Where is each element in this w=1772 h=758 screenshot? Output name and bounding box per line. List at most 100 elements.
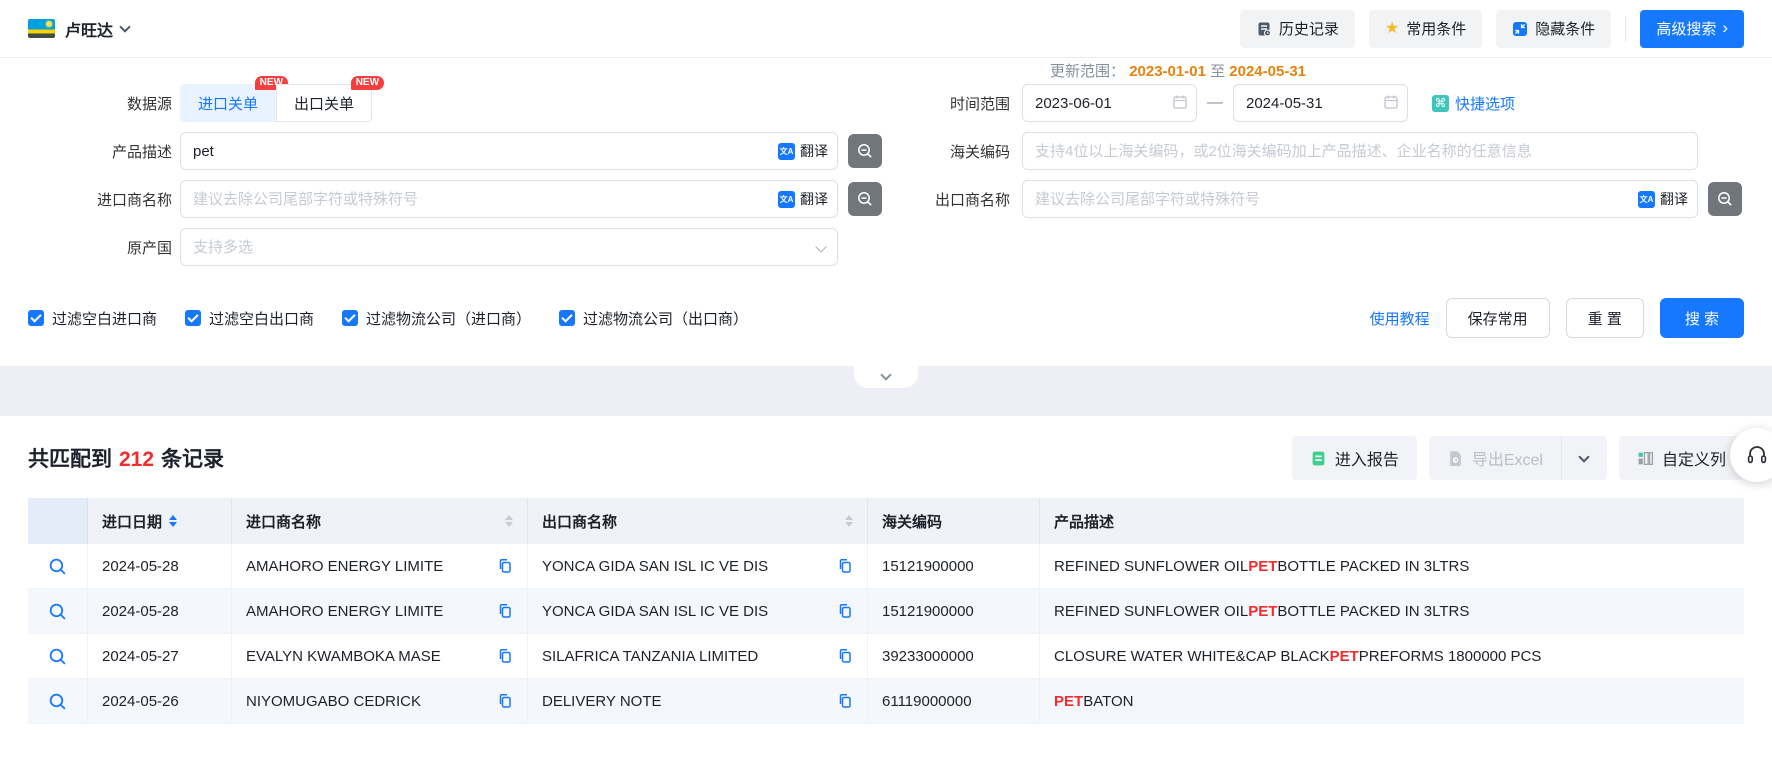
hide-conditions-button[interactable]: 隐藏条件: [1496, 10, 1611, 48]
copy-icon[interactable]: [837, 603, 853, 619]
view-detail-icon[interactable]: [48, 557, 67, 576]
hs-code-input[interactable]: [1022, 132, 1698, 170]
columns-icon: [1637, 450, 1654, 467]
copy-icon[interactable]: [497, 558, 513, 574]
translate-button[interactable]: 文A 翻译: [778, 132, 828, 170]
date-from-wrap: [1022, 84, 1197, 122]
tab-export-declarations[interactable]: 出口关单 NEW: [276, 84, 372, 122]
translate-button[interactable]: 文A 翻译: [1638, 180, 1688, 218]
exclude-search-button[interactable]: [848, 182, 882, 216]
view-detail-icon[interactable]: [48, 692, 67, 711]
copy-icon[interactable]: [837, 648, 853, 664]
importer-cell: NIYOMUGABO CEDRICK: [232, 679, 528, 724]
desc-text: PREFORMS 1800000 PCS: [1359, 648, 1542, 665]
copy-icon[interactable]: [837, 558, 853, 574]
reset-button[interactable]: 重 置: [1566, 298, 1644, 338]
exporter-name: SILAFRICA TANZANIA LIMITED: [542, 648, 758, 665]
importer-name: NIYOMUGABO CEDRICK: [246, 693, 421, 710]
export-icon: [1447, 450, 1464, 467]
exporter-name: YONCA GIDA SAN ISL IC VE DIS: [542, 603, 768, 620]
importer-input[interactable]: [180, 180, 838, 218]
view-detail-icon[interactable]: [48, 602, 67, 621]
history-icon: [1256, 21, 1272, 37]
checkbox-filter-logistics-exporter[interactable]: 过滤物流公司（出口商）: [559, 308, 748, 329]
tutorial-link[interactable]: 使用教程: [1370, 308, 1430, 329]
copy-icon[interactable]: [837, 693, 853, 709]
date-to-input[interactable]: [1233, 84, 1408, 122]
copy-icon[interactable]: [497, 603, 513, 619]
copy-icon[interactable]: [497, 648, 513, 664]
quick-options-link[interactable]: ⌘ 快捷选项: [1432, 93, 1515, 114]
origin-select-wrap: [180, 228, 838, 266]
collapse-form-tab[interactable]: [854, 366, 918, 388]
summary-prefix: 共匹配到: [28, 448, 112, 471]
exporter-cell: YONCA GIDA SAN ISL IC VE DIS: [528, 544, 868, 589]
origin-select[interactable]: [180, 228, 838, 266]
results-summary: 共匹配到212条记录: [28, 443, 224, 473]
desc-text: BOTTLE PACKED IN 3LTRS: [1277, 603, 1469, 620]
sort-icon[interactable]: [505, 515, 513, 527]
chevron-down-icon[interactable]: [119, 21, 130, 32]
importer-label: 进口商名称: [28, 189, 172, 210]
update-range-to: 2024-05-31: [1229, 63, 1306, 80]
export-group: 导出Excel: [1429, 436, 1607, 480]
checkbox-filter-blank-exporter[interactable]: 过滤空白出口商: [185, 308, 314, 329]
desc-highlight: PET: [1248, 558, 1277, 575]
checkbox-checked-icon: [559, 310, 575, 326]
header-exporter[interactable]: 出口商名称: [528, 498, 868, 544]
exporter-name: YONCA GIDA SAN ISL IC VE DIS: [542, 558, 768, 575]
chevron-down-icon: [880, 369, 891, 380]
header-label: 出口商名称: [542, 511, 617, 532]
checkbox-filter-blank-importer[interactable]: 过滤空白进口商: [28, 308, 157, 329]
translate-label: 翻译: [800, 141, 828, 161]
translate-label: 翻译: [1660, 189, 1688, 209]
update-range-to-word: 至: [1210, 63, 1225, 80]
origin-label: 原产国: [28, 237, 172, 258]
header-import-date[interactable]: 进口日期: [88, 498, 232, 544]
customize-columns-button[interactable]: 自定义列: [1619, 436, 1744, 480]
detail-cell: [28, 634, 88, 679]
enter-report-button[interactable]: 进入报告: [1292, 436, 1417, 480]
history-button[interactable]: 历史记录: [1240, 10, 1355, 48]
collapse-icon: [1512, 21, 1528, 37]
copy-icon[interactable]: [497, 693, 513, 709]
results-count: 212: [119, 448, 154, 471]
favorites-button[interactable]: ★ 常用条件: [1369, 10, 1482, 48]
product-desc-input[interactable]: [180, 132, 838, 170]
form-actions: 使用教程 保存常用 重 置 搜 索: [1370, 298, 1744, 338]
exporter-wrap: 文A 翻译: [1022, 180, 1698, 218]
checkbox-filter-logistics-importer[interactable]: 过滤物流公司（进口商）: [342, 308, 531, 329]
exclude-search-button[interactable]: [848, 134, 882, 168]
tab-import-declarations[interactable]: 进口关单 NEW: [180, 84, 276, 122]
update-range-from: 2023-01-01: [1129, 63, 1206, 80]
sort-icon[interactable]: [845, 515, 853, 527]
view-detail-icon[interactable]: [48, 647, 67, 666]
exclude-search-icon: [1716, 190, 1734, 208]
hs-code-label: 海关编码: [882, 141, 1010, 162]
product-desc-cell: REFINED SUNFLOWER OIL PET BOTTLE PACKED …: [1040, 589, 1744, 634]
export-excel-button[interactable]: 导出Excel: [1429, 436, 1561, 480]
country-name[interactable]: 卢旺达: [65, 17, 113, 41]
desc-highlight: PET: [1330, 648, 1359, 665]
desc-text: BATON: [1083, 693, 1133, 710]
time-range-label: 时间范围: [882, 93, 1010, 114]
sort-icon[interactable]: [169, 515, 177, 527]
translate-button[interactable]: 文A 翻译: [778, 180, 828, 218]
export-dropdown-button[interactable]: [1561, 436, 1607, 480]
exporter-input[interactable]: [1022, 180, 1698, 218]
desc-text: CLOSURE WATER WHITE&CAP BLACK: [1054, 648, 1330, 665]
exporter-cell: DELIVERY NOTE: [528, 679, 868, 724]
translate-icon: 文A: [778, 143, 795, 160]
header-importer[interactable]: 进口商名称: [232, 498, 528, 544]
save-favorite-button[interactable]: 保存常用: [1446, 298, 1550, 338]
date-from-input[interactable]: [1022, 84, 1197, 122]
report-icon: [1310, 450, 1327, 467]
header-label: 进口商名称: [246, 511, 321, 532]
checkbox-label: 过滤空白出口商: [209, 308, 314, 329]
product-desc-label: 产品描述: [28, 141, 172, 162]
exclude-search-button[interactable]: [1708, 182, 1742, 216]
search-button[interactable]: 搜 索: [1660, 298, 1744, 338]
advanced-search-button[interactable]: 高级搜索 ›: [1640, 10, 1744, 48]
datasource-label: 数据源: [28, 93, 172, 114]
quick-options-label: 快捷选项: [1455, 93, 1515, 114]
